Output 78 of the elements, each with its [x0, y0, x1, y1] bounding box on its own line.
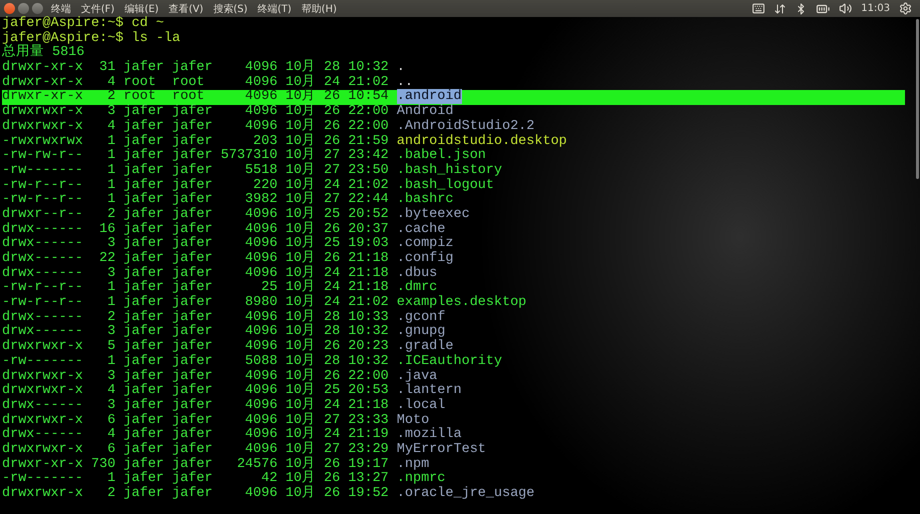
file-info-text: drwx------ 2 jafer jafer 4096 10月 28 10:33	[2, 310, 389, 325]
file-info-text: -rw------- 1 jafer jafer 5088 10月 28 10:32	[2, 354, 389, 369]
file-info-text: drwxr-xr-x 4 root root 4096 10月 24 21:02	[2, 74, 389, 90]
file-info-text: drwx------ 3 jafer jafer 4096 10月 25 19:03	[2, 236, 389, 252]
file-name: .android	[396, 89, 462, 104]
keyboard-icon[interactable]	[752, 2, 766, 15]
file-info-text: drwxrwxr-x 4 jafer jafer 4096 10月 25 20:53	[2, 383, 389, 398]
menu-item[interactable]: 文件(F)	[76, 0, 120, 17]
volume-icon[interactable]	[839, 2, 852, 15]
file-name: .AndroidStudio2.2	[396, 118, 535, 134]
file-info-text: drwxr-xr-x 730 jafer jafer 24576 10月 26 19:17	[2, 456, 389, 472]
file-name: .	[396, 60, 405, 76]
file-name: .babel.json	[396, 148, 486, 164]
file-name: ..	[396, 74, 413, 90]
file-info-text: -rw------- 1 jafer jafer 42 10月 26 13:27	[2, 471, 389, 486]
file-info-text: drwx------ 3 jafer jafer 4096 10月 24 21:18	[2, 398, 389, 413]
file-info-text: -rw-r--r-- 1 jafer jafer 220 10月 24 21:02	[2, 178, 389, 193]
scrollbar-thumb[interactable]	[916, 19, 919, 179]
file-info-text: drwxrwxr-x 5 jafer jafer 4096 10月 26 20:23	[2, 339, 389, 354]
file-name: .byteexec	[396, 206, 470, 222]
file-info-text: drwxrwxr-x 4 jafer jafer 4096 10月 26 22:00	[2, 118, 389, 134]
maximize-button[interactable]	[32, 3, 43, 14]
menu-item[interactable]: 搜索(S)	[208, 0, 252, 17]
file-info-text: -rwxrwxrwx 1 jafer jafer 203 10月 26 21:59	[2, 134, 389, 148]
file-info-text: drwx------ 16 jafer jafer 4096 10月 26 20:37	[2, 222, 389, 237]
file-name: .lantern	[396, 383, 462, 398]
file-name: .java	[396, 368, 438, 384]
command-line: jafer@Aspire:~$ cd ~	[2, 16, 164, 31]
file-info-text: drwxrwxr-x 3 jafer jafer 4096 10月 26 22:00	[2, 368, 389, 384]
file-name: .mozilla	[396, 427, 462, 442]
menu-item[interactable]: 终端(T)	[252, 0, 296, 17]
file-info-text: -rw------- 1 jafer jafer 5518 10月 27 23:50	[2, 162, 389, 178]
file-name: MyErrorTest	[396, 442, 486, 457]
minimize-button[interactable]	[18, 3, 29, 14]
file-info-text: -rw-rw-r-- 1 jafer jafer 5737310 10月 27 23:42	[2, 148, 389, 164]
file-info-text: drwx------ 4 jafer jafer 4096 10月 24 21:19	[2, 427, 389, 442]
file-name: examples.desktop	[396, 295, 526, 310]
file-name: .npm	[396, 456, 430, 472]
output-line: 总用量 5816	[2, 45, 85, 60]
file-info-text: drwxr--r-- 2 jafer jafer 4096 10月 25 20:52	[2, 206, 389, 222]
clock-text[interactable]: 11:03	[861, 3, 890, 14]
file-name: .oracle_jre_usage	[396, 486, 535, 501]
file-info-text: drwxrwxr-x 6 jafer jafer 4096 10月 27 23:29	[2, 442, 389, 457]
file-name: .config	[396, 251, 454, 266]
file-name: androidstudio.desktop	[396, 134, 567, 148]
menu-item[interactable]: 终端	[46, 0, 76, 17]
file-name: .npmrc	[396, 471, 446, 486]
file-name: .cache	[396, 222, 446, 237]
file-info-text: -rw-r--r-- 1 jafer jafer 8980 10月 24 21:02	[2, 295, 389, 310]
settings-icon[interactable]	[899, 2, 912, 15]
file-info-text: drwxrwxr-x 2 jafer jafer 4096 10月 26 19:52	[2, 486, 389, 501]
file-name: .compiz	[396, 236, 454, 252]
file-info-text: drwxr-xr-x 2 root root 4096 10月 26 10:54	[2, 89, 389, 104]
file-name: .local	[396, 398, 446, 413]
file-name: Moto	[396, 412, 430, 428]
close-button[interactable]	[4, 3, 15, 14]
file-info-text: drwx------ 22 jafer jafer 4096 10月 26 21:18	[2, 251, 389, 266]
file-info-text: drwx------ 3 jafer jafer 4096 10月 28 10:32	[2, 324, 389, 340]
menu-item[interactable]: 编辑(E)	[120, 0, 164, 17]
file-info-text: drwxrwxr-x 6 jafer jafer 4096 10月 27 23:33	[2, 412, 389, 428]
file-name: .ICEauthority	[396, 354, 502, 369]
network-arrows-icon[interactable]	[774, 2, 786, 14]
file-info-text: drwxrwxr-x 3 jafer jafer 4096 10月 26 22:00	[2, 104, 389, 120]
file-info-text: drwxr-xr-x 31 jafer jafer 4096 10月 28 10:32	[2, 60, 389, 76]
file-name: .gradle	[396, 339, 454, 354]
menu-item[interactable]: 帮助(H)	[296, 0, 342, 17]
file-name: .dbus	[396, 266, 438, 281]
file-name: .gnupg	[396, 324, 446, 340]
file-info-text: -rw-r--r-- 1 jafer jafer 25 10月 24 21:18	[2, 280, 389, 296]
file-name: .bashrc	[396, 192, 454, 208]
file-name: .bash_history	[396, 162, 502, 178]
file-name: .bash_logout	[396, 178, 494, 193]
file-name: .gconf	[396, 310, 446, 325]
file-info-text: drwx------ 3 jafer jafer 4096 10月 24 21:18	[2, 266, 389, 281]
file-name: Android	[396, 104, 454, 120]
menu-item[interactable]: 查看(V)	[164, 0, 208, 17]
file-name: .dmrc	[396, 280, 438, 296]
file-info-text: -rw-r--r-- 1 jafer jafer 3982 10月 27 22:44	[2, 192, 389, 208]
